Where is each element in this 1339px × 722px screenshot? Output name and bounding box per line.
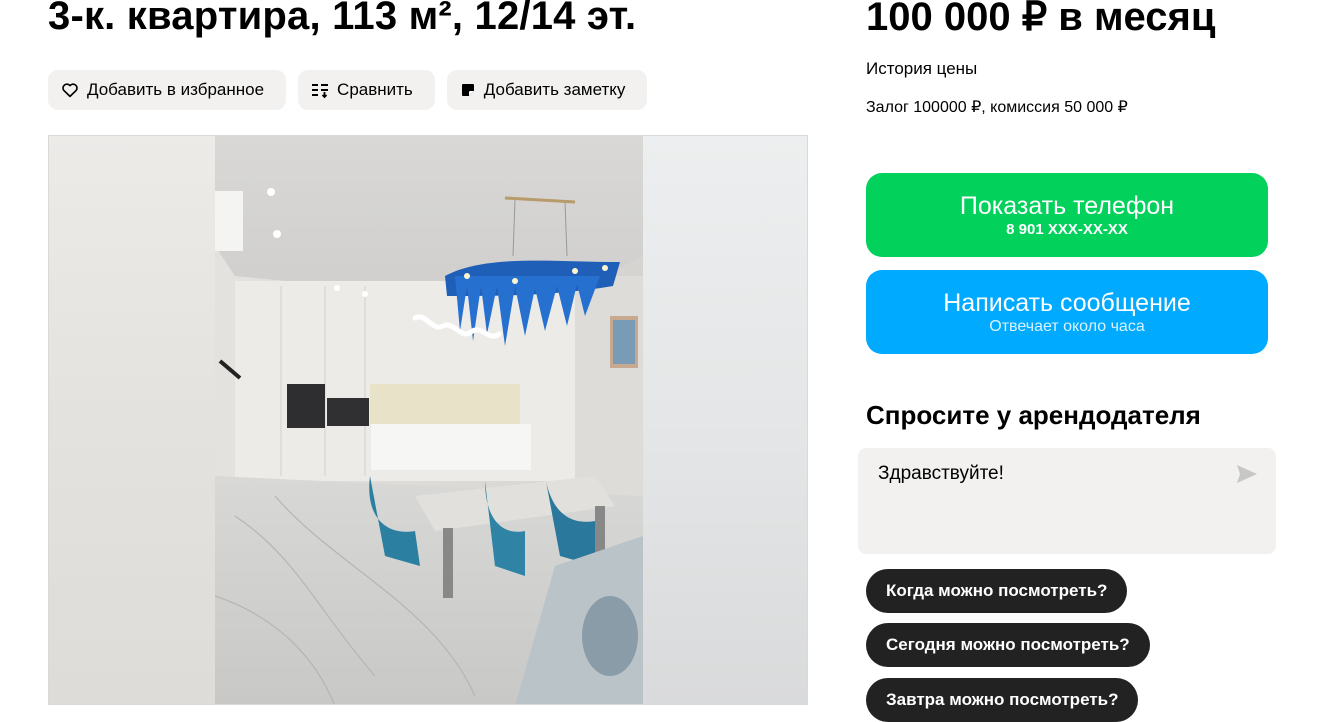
photo-gallery[interactable] — [48, 135, 808, 705]
compare-icon — [311, 81, 329, 99]
listing-title: 3-к. квартира, 113 м², 12/14 эт. — [48, 0, 637, 38]
message-input[interactable]: Здравствуйте! — [858, 448, 1276, 554]
listing-price: 100 000 ₽ в месяц — [866, 0, 1216, 39]
add-note-button[interactable]: Добавить заметку — [446, 70, 648, 110]
quick-question-chip[interactable]: Завтра можно посмотреть? — [866, 678, 1139, 722]
phone-number-mask: 8 901 XXX-XX-XX — [1006, 221, 1128, 238]
gallery-blurred-left — [49, 136, 215, 704]
deposit-commission-text: Залог 100000 ₽, комиссия 50 000 ₽ — [866, 99, 1128, 116]
message-input-text: Здравствуйте! — [878, 463, 1004, 484]
response-time-text: Отвечает около часа — [989, 318, 1145, 335]
add-to-favorites-label: Добавить в избранное — [87, 80, 265, 99]
note-icon — [460, 82, 476, 98]
write-message-label: Написать сообщение — [943, 289, 1191, 317]
write-message-button[interactable]: Написать сообщение Отвечает около часа — [866, 270, 1268, 354]
compare-label: Сравнить — [337, 80, 413, 99]
compare-button[interactable]: Сравнить — [298, 70, 435, 110]
ask-landlord-title: Спросите у арендодателя — [866, 400, 1201, 430]
quick-question-chip[interactable]: Когда можно посмотреть? — [866, 569, 1128, 613]
price-history-link[interactable]: История цены — [866, 59, 977, 79]
add-to-favorites-button[interactable]: Добавить в избранное — [48, 70, 287, 110]
listing-photo[interactable] — [214, 136, 643, 704]
heart-icon — [61, 81, 79, 99]
send-icon[interactable] — [1236, 464, 1258, 489]
show-phone-button[interactable]: Показать телефон 8 901 XXX-XX-XX — [866, 173, 1268, 257]
listing-actions: Добавить в избранное Сравнить Добавить з… — [48, 70, 648, 110]
quick-question-chip[interactable]: Сегодня можно посмотреть? — [866, 623, 1150, 667]
add-note-label: Добавить заметку — [483, 80, 626, 99]
show-phone-label: Показать телефон — [959, 192, 1175, 220]
gallery-blurred-right — [641, 136, 807, 704]
